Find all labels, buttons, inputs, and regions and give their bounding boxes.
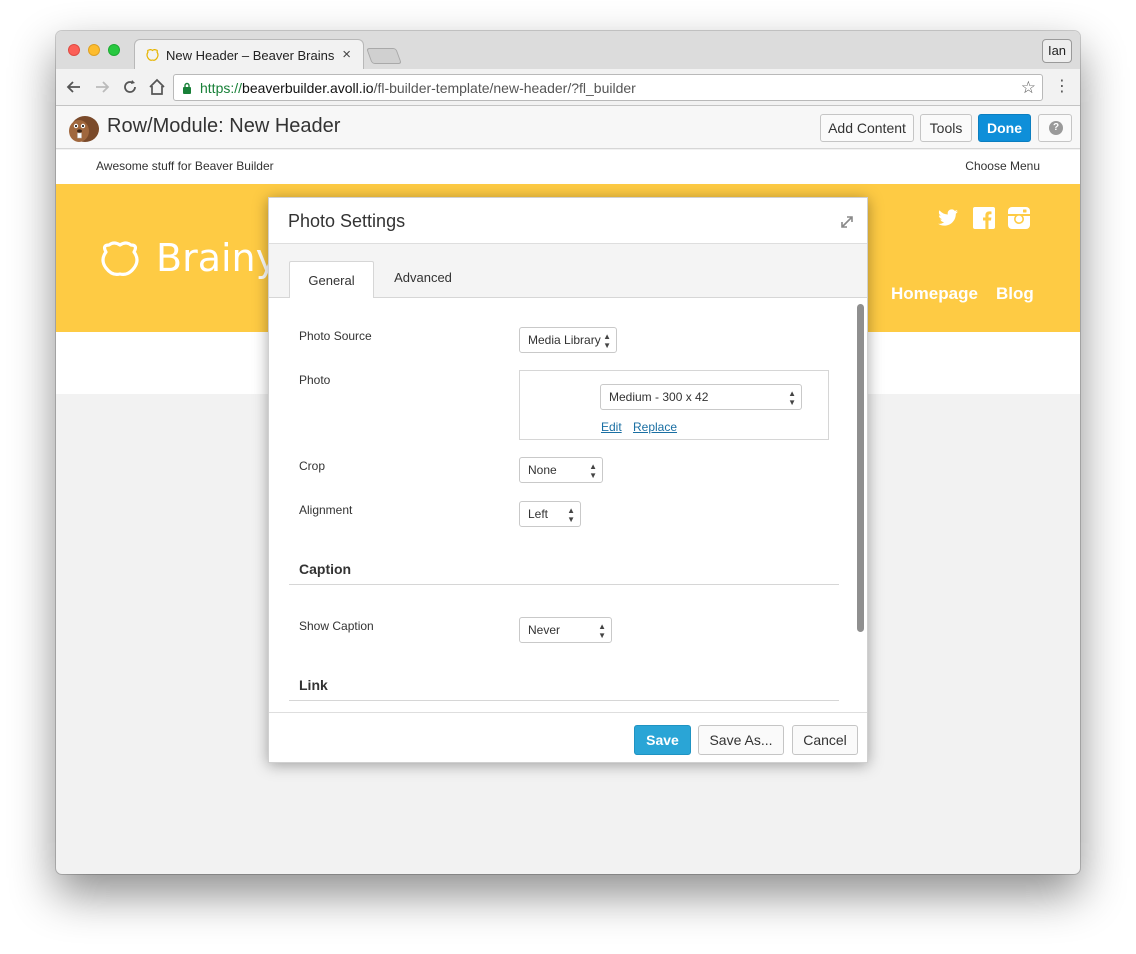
tools-button[interactable]: Tools xyxy=(920,114,972,142)
photo-source-select[interactable]: Media Library ▲ ▼ xyxy=(519,327,617,353)
url-path: /fl-builder-template/new-header/?fl_buil… xyxy=(373,80,636,96)
alignment-value: Left xyxy=(528,507,549,521)
instagram-icon[interactable] xyxy=(1007,206,1031,230)
crop-value: None xyxy=(528,463,557,477)
alignment-select[interactable]: Left ▲ ▼ xyxy=(519,501,581,527)
modal-tabs: General Advanced xyxy=(269,244,867,299)
section-divider xyxy=(289,700,839,701)
beaver-logo-icon xyxy=(69,116,99,142)
browser-window: New Header – Beaver Brains × Ian https:/… xyxy=(56,31,1080,874)
show-caption-label: Show Caption xyxy=(299,619,374,633)
help-button[interactable]: ? xyxy=(1038,114,1072,142)
show-caption-value: Never xyxy=(528,623,561,637)
link-section-title: Link xyxy=(299,677,328,693)
modal-title: Photo Settings xyxy=(288,211,406,231)
arrow-left-icon[interactable] xyxy=(64,77,84,97)
tab-advanced[interactable]: Advanced xyxy=(383,264,463,302)
photo-size-value: Medium - 300 x 42 xyxy=(609,390,709,404)
photo-source-value: Media Library xyxy=(528,333,601,347)
select-arrows-icon: ▲ ▼ xyxy=(603,332,611,350)
brain-logo-icon xyxy=(101,241,139,276)
reload-icon[interactable] xyxy=(120,77,140,97)
brand-name[interactable]: Brainy xyxy=(156,236,278,280)
alignment-label: Alignment xyxy=(299,503,353,517)
address-bar[interactable]: https://beaverbuilder.avoll.io/fl-builde… xyxy=(173,74,1043,101)
arrow-right-icon[interactable] xyxy=(92,77,112,97)
site-topbar: Awesome stuff for Beaver Builder Choose … xyxy=(56,150,1080,184)
beaver-favicon-icon xyxy=(146,49,159,61)
modal-body: Photo Source Media Library ▲ ▼ Photo Medi… xyxy=(269,298,867,712)
facebook-icon[interactable] xyxy=(972,206,996,230)
show-caption-select[interactable]: Never ▲ ▼ xyxy=(519,617,612,643)
done-button[interactable]: Done xyxy=(978,114,1031,142)
site-tagline: Awesome stuff for Beaver Builder xyxy=(96,159,274,173)
builder-bar: Row/Module: New Header Add Content Tools… xyxy=(56,106,1080,149)
cancel-button[interactable]: Cancel xyxy=(792,725,858,755)
crop-label: Crop xyxy=(299,459,326,473)
photo-label: Photo xyxy=(299,373,331,387)
edit-photo-link[interactable]: Edit xyxy=(601,420,622,434)
photo-source-label: Photo Source xyxy=(299,329,372,343)
star-icon[interactable]: ☆ xyxy=(1021,78,1036,98)
close-window-button[interactable] xyxy=(68,44,80,56)
twitter-icon[interactable] xyxy=(936,206,960,230)
choose-menu-link[interactable]: Choose Menu xyxy=(965,159,1040,173)
nav-blog-link[interactable]: Blog xyxy=(996,284,1034,304)
tab-close-icon[interactable]: × xyxy=(342,46,351,63)
modal-header: Photo Settings xyxy=(269,198,867,244)
save-as-button[interactable]: Save As... xyxy=(698,725,784,755)
photo-size-select[interactable]: Medium - 300 x 42 ▲ ▼ xyxy=(600,384,802,410)
nav-homepage-link[interactable]: Homepage xyxy=(891,284,978,304)
browser-tab[interactable]: New Header – Beaver Brains × xyxy=(134,39,364,70)
photo-settings-modal: Photo Settings General Advanced Photo So… xyxy=(268,197,868,763)
save-button[interactable]: Save xyxy=(634,725,691,755)
tab-strip: New Header – Beaver Brains × Ian xyxy=(56,31,1080,70)
expand-icon[interactable] xyxy=(839,214,855,230)
url-text: https://beaverbuilder.avoll.io/fl-builde… xyxy=(200,80,636,96)
kebab-menu-icon[interactable]: ⋮ xyxy=(1054,77,1070,97)
url-host: beaverbuilder.avoll.io xyxy=(242,80,374,96)
caption-section-title: Caption xyxy=(299,561,352,577)
home-icon[interactable] xyxy=(147,77,167,97)
section-divider xyxy=(289,584,839,585)
tab-general[interactable]: General xyxy=(289,261,374,299)
lock-icon xyxy=(183,82,191,94)
crop-select[interactable]: None ▲ ▼ xyxy=(519,457,603,483)
select-arrows-icon: ▲ ▼ xyxy=(788,389,796,407)
builder-title: Row/Module: New Header xyxy=(107,115,341,137)
url-scheme: https:// xyxy=(200,80,243,96)
browser-toolbar: https://beaverbuilder.avoll.io/fl-builde… xyxy=(56,69,1080,106)
profile-button[interactable]: Ian xyxy=(1042,39,1072,63)
select-arrows-icon: ▲ ▼ xyxy=(598,622,606,640)
maximize-window-button[interactable] xyxy=(108,44,120,56)
minimize-window-button[interactable] xyxy=(88,44,100,56)
modal-scrollbar[interactable] xyxy=(857,304,864,632)
add-content-button[interactable]: Add Content xyxy=(820,114,914,142)
new-tab-button[interactable] xyxy=(366,48,402,64)
help-icon: ? xyxy=(1049,121,1063,135)
modal-footer: Save Save As... Cancel xyxy=(269,712,867,762)
tab-title: New Header – Beaver Brains xyxy=(166,48,335,63)
select-arrows-icon: ▲ ▼ xyxy=(567,506,575,524)
select-arrows-icon: ▲ ▼ xyxy=(589,462,597,480)
replace-photo-link[interactable]: Replace xyxy=(633,420,677,434)
